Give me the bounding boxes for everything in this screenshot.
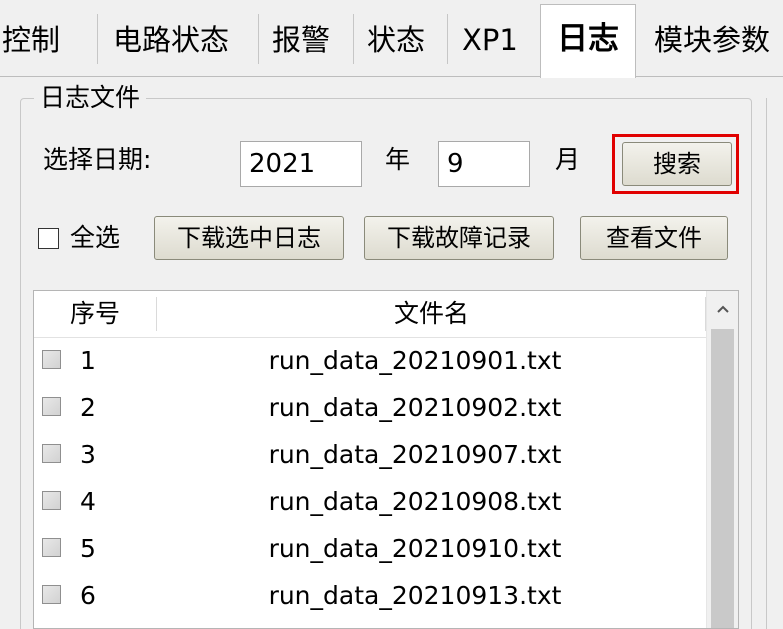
tab-bar-divider — [0, 76, 783, 77]
table-vertical-scrollbar[interactable] — [706, 291, 738, 628]
table-row[interactable]: 5 run_data_20210910.txt — [34, 525, 706, 572]
year-unit-label: 年 — [385, 145, 411, 174]
chevron-up-icon[interactable] — [707, 291, 738, 325]
tab-control[interactable]: 控制 — [2, 8, 60, 72]
download-fault-button[interactable]: 下载故障记录 — [364, 216, 554, 260]
table-row[interactable]: 3 run_data_20210907.txt — [34, 431, 706, 478]
tab-bar: 控制 电路状态 报警 状态 XP1 日志 模块参数 — [0, 0, 783, 84]
year-input[interactable] — [240, 141, 362, 187]
table-row[interactable]: 4 run_data_20210908.txt — [34, 478, 706, 525]
select-all-checkbox[interactable] — [38, 228, 59, 249]
row-index: 4 — [80, 487, 96, 516]
tab-separator — [258, 14, 259, 64]
row-checkbox[interactable] — [42, 444, 61, 463]
row-filename: run_data_20210902.txt — [268, 393, 562, 422]
tab-log[interactable]: 日志 — [540, 4, 636, 78]
row-checkbox[interactable] — [42, 491, 61, 510]
row-index: 5 — [80, 534, 96, 563]
row-filename: run_data_20210908.txt — [268, 487, 562, 516]
table-row[interactable]: 2 run_data_20210902.txt — [34, 384, 706, 431]
date-label: 选择日期: — [43, 145, 152, 174]
column-header-filename[interactable]: 文件名 — [157, 291, 706, 337]
table-header: 序号 文件名 — [34, 291, 706, 338]
scrollbar-thumb[interactable] — [711, 329, 734, 628]
tab-status[interactable]: 状态 — [367, 8, 425, 72]
row-checkbox[interactable] — [42, 538, 61, 557]
row-index: 2 — [80, 393, 96, 422]
table-body: 1 run_data_20210901.txt 2 run_data_20210… — [34, 337, 706, 619]
tab-separator — [353, 14, 354, 64]
row-checkbox[interactable] — [42, 397, 61, 416]
tab-separator — [447, 14, 448, 64]
tab-separator — [97, 14, 98, 64]
row-filename: run_data_20210907.txt — [268, 440, 562, 469]
log-file-table: 序号 文件名 1 run_data_20210901.txt 2 run_dat… — [33, 290, 739, 629]
view-file-button[interactable]: 查看文件 — [580, 216, 728, 260]
row-index: 3 — [80, 440, 96, 469]
column-header-index[interactable]: 序号 — [34, 291, 156, 337]
tab-module-params[interactable]: 模块参数 — [654, 8, 770, 72]
row-filename: run_data_20210913.txt — [268, 581, 562, 610]
row-index: 1 — [80, 346, 96, 375]
log-window: 控制 电路状态 报警 状态 XP1 日志 模块参数 日志文件 选择日期: 年 月… — [0, 0, 783, 629]
tab-xp1[interactable]: XP1 — [462, 8, 518, 72]
select-all-label[interactable]: 全选 — [70, 218, 120, 258]
search-button-highlight — [612, 134, 739, 194]
row-filename: run_data_20210901.txt — [268, 346, 562, 375]
adjacent-panel-border — [766, 98, 767, 629]
row-checkbox[interactable] — [42, 350, 61, 369]
row-index: 6 — [80, 581, 96, 610]
download-selected-button[interactable]: 下载选中日志 — [154, 216, 344, 260]
table-row[interactable]: 6 run_data_20210913.txt — [34, 572, 706, 619]
row-filename: run_data_20210910.txt — [268, 534, 562, 563]
tab-circuit-status[interactable]: 电路状态 — [113, 8, 229, 72]
month-unit-label: 月 — [555, 145, 581, 174]
month-input[interactable] — [438, 141, 530, 187]
table-row[interactable]: 1 run_data_20210901.txt — [34, 337, 706, 384]
tab-alarm[interactable]: 报警 — [272, 8, 330, 72]
row-checkbox[interactable] — [42, 585, 61, 604]
log-file-group-title: 日志文件 — [34, 80, 147, 116]
